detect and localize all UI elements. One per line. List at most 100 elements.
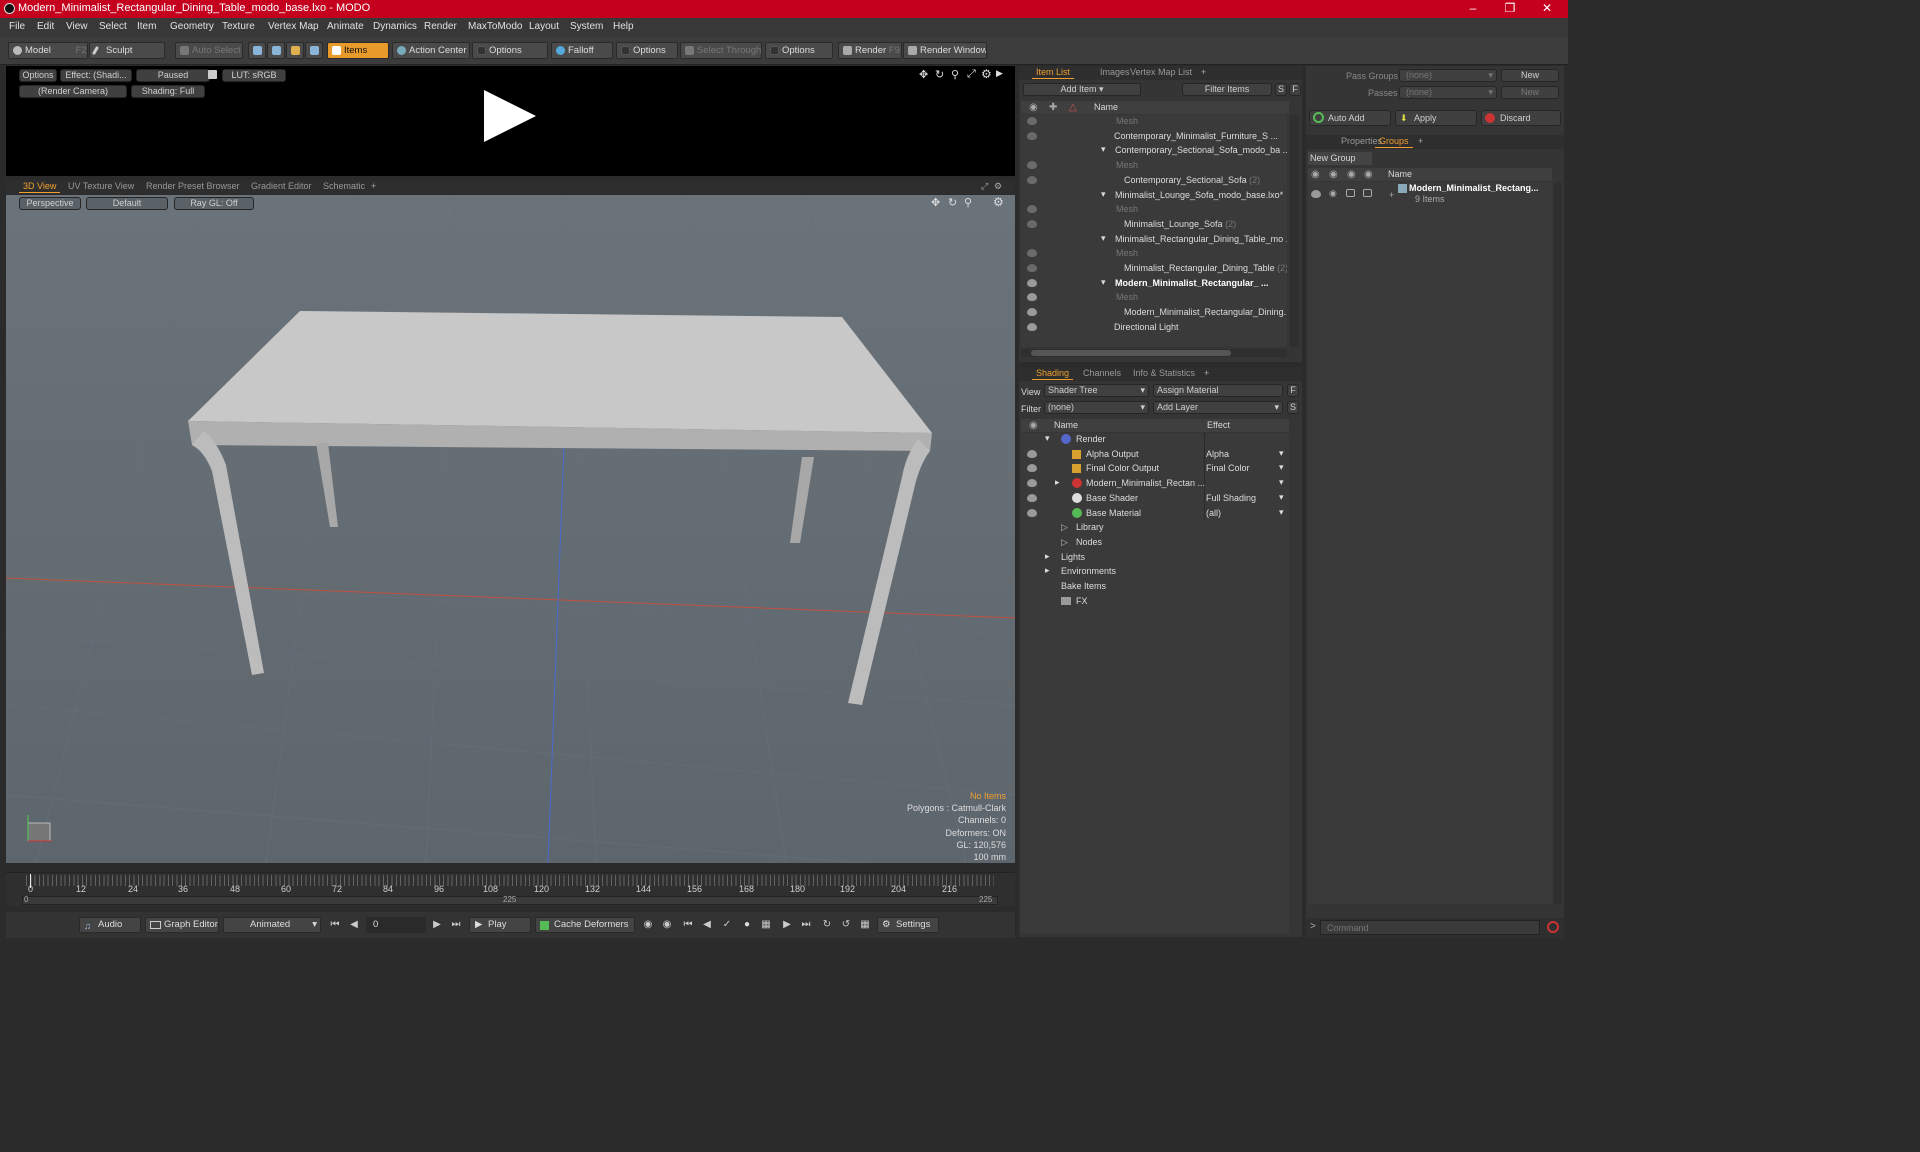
animated-dropdown[interactable]: Animated ▾ bbox=[223, 917, 321, 933]
eye-icon[interactable] bbox=[1027, 175, 1037, 184]
auto-key-icon[interactable]: ◉ bbox=[660, 918, 674, 932]
assign-material-button[interactable]: Assign Material bbox=[1153, 384, 1283, 397]
filter-s-button[interactable]: S bbox=[1275, 83, 1287, 96]
move-view-icon[interactable]: ✥ bbox=[919, 68, 928, 81]
next-key-icon[interactable]: ▶ bbox=[780, 918, 794, 932]
shader-row[interactable]: ▸ Modern_Minimalist_Rectan ... ▾ bbox=[1021, 477, 1289, 492]
3d-viewport[interactable]: Perspective Default Ray GL: Off ✥ ↻ ⚲ ⚙ … bbox=[6, 195, 1015, 863]
menu-vertex-map[interactable]: Vertex Map bbox=[268, 21, 319, 32]
new-pass-group-button[interactable]: New bbox=[1501, 69, 1559, 82]
eye-icon[interactable] bbox=[1027, 308, 1037, 317]
play-button[interactable]: ▶ Play bbox=[469, 917, 531, 933]
eye-icon[interactable] bbox=[1027, 464, 1037, 473]
item-list-scrollbar[interactable] bbox=[1290, 115, 1299, 347]
select-toggle-icon[interactable] bbox=[1363, 189, 1372, 197]
filter-f-button[interactable]: F bbox=[1289, 83, 1301, 96]
new-pass-button[interactable]: New bbox=[1501, 86, 1559, 99]
action-center-options-button[interactable]: Options bbox=[472, 42, 548, 59]
shader-row[interactable]: Final Color Output Final Color ▾ bbox=[1021, 462, 1289, 477]
new-group-button[interactable]: New Group bbox=[1308, 152, 1372, 165]
menu-animate[interactable]: Animate bbox=[327, 21, 364, 32]
tab-render-preset-browser[interactable]: Render Preset Browser bbox=[146, 181, 240, 191]
render-button[interactable]: Render F9 bbox=[838, 42, 902, 59]
prev-frame-icon[interactable]: ◀ bbox=[347, 918, 361, 932]
apply-button[interactable]: ⬇ Apply bbox=[1395, 110, 1477, 126]
record-icon[interactable]: ● bbox=[740, 918, 754, 932]
polygons-mode-button[interactable] bbox=[286, 42, 304, 59]
menu-view[interactable]: View bbox=[66, 21, 88, 32]
shading-s-button[interactable]: S bbox=[1287, 401, 1299, 414]
item-list-hscrollbar[interactable] bbox=[1021, 349, 1287, 357]
render-window-button[interactable]: Render Window bbox=[903, 42, 987, 59]
preview-settings-icon[interactable]: ⚙ bbox=[981, 67, 992, 81]
shader-row[interactable]: Base Material (all) ▾ bbox=[1021, 507, 1289, 522]
shader-row[interactable]: ▸ Environments bbox=[1021, 565, 1289, 580]
tab-item-list[interactable]: Item List bbox=[1031, 67, 1075, 79]
eye-icon[interactable] bbox=[1027, 219, 1037, 228]
shader-row[interactable]: Alpha Output Alpha ▾ bbox=[1021, 448, 1289, 463]
expand-panel-icon[interactable]: ⤢ bbox=[981, 181, 988, 192]
tab-images[interactable]: Images bbox=[1100, 67, 1130, 77]
view-dropdown[interactable]: Shader Tree ▾ bbox=[1044, 384, 1149, 397]
edges-mode-button[interactable] bbox=[267, 42, 285, 59]
settings-button[interactable]: ⚙ Settings bbox=[877, 917, 939, 933]
go-start-icon[interactable]: ⏮ bbox=[328, 918, 342, 932]
list-item[interactable]: Contemporary_Minimalist_Furniture_S ... bbox=[1021, 130, 1287, 145]
eye-icon[interactable] bbox=[1027, 249, 1037, 258]
command-input[interactable] bbox=[1320, 920, 1540, 935]
command-history-icon[interactable] bbox=[1547, 921, 1559, 933]
render-toggle-icon[interactable]: ◉ bbox=[1329, 188, 1337, 199]
passes-dropdown[interactable]: (none) ▾ bbox=[1399, 86, 1497, 99]
chevron-down-icon[interactable]: ▾ bbox=[1279, 507, 1284, 518]
list-item[interactable]: Minimalist_Lounge_Sofa (2) bbox=[1021, 218, 1287, 233]
tab-gradient-editor[interactable]: Gradient Editor bbox=[251, 181, 312, 191]
list-item[interactable]: Mesh bbox=[1021, 115, 1287, 130]
record-key-icon[interactable]: ◉ bbox=[641, 918, 655, 932]
pass-groups-dropdown[interactable]: (none) ▾ bbox=[1399, 69, 1497, 82]
tab-vertex-map-list[interactable]: Vertex Map List bbox=[1130, 67, 1192, 77]
add-item-dropdown[interactable]: Add Item ▾ bbox=[1023, 83, 1141, 96]
preview-options-button[interactable]: Options bbox=[19, 69, 57, 82]
groups-scrollbar[interactable] bbox=[1554, 182, 1562, 904]
next-key2-icon[interactable]: ⏭ bbox=[799, 918, 813, 932]
next-frame-icon[interactable]: ▶ bbox=[430, 918, 444, 932]
shader-row[interactable]: ▾ Render bbox=[1021, 433, 1289, 448]
add-tab-icon[interactable]: + bbox=[1418, 136, 1423, 146]
menu-render[interactable]: Render bbox=[424, 21, 457, 32]
key-filter-icon[interactable]: ▦ bbox=[759, 918, 773, 932]
cache-deformers-button[interactable]: Cache Deformers bbox=[535, 917, 635, 933]
list-item[interactable]: ▾ Modern_Minimalist_Rectangular_ ... bbox=[1021, 277, 1287, 292]
select-through-button[interactable]: Select Through bbox=[680, 42, 762, 59]
timeline-playhead[interactable] bbox=[30, 874, 31, 888]
list-item[interactable]: ▾ Contemporary_Sectional_Sofa_modo_ba ... bbox=[1021, 144, 1287, 159]
restore-icon[interactable]: ❐ bbox=[1500, 1, 1520, 15]
add-tab-icon[interactable]: + bbox=[371, 181, 376, 191]
preview-arrow-icon[interactable]: ▶ bbox=[996, 68, 1003, 79]
preview-lut-dropdown[interactable]: LUT: sRGB bbox=[222, 69, 286, 82]
tab-properties[interactable]: Properties bbox=[1341, 136, 1382, 146]
default-dropdown[interactable]: Default bbox=[86, 197, 168, 210]
tab-schematic[interactable]: Schematic bbox=[323, 181, 365, 191]
audio-button[interactable]: ♫ Audio bbox=[79, 917, 141, 933]
vertices-mode-button[interactable] bbox=[248, 42, 266, 59]
eye-icon[interactable] bbox=[1027, 322, 1037, 331]
menu-system[interactable]: System bbox=[570, 21, 603, 32]
maximize-view-icon[interactable]: ⤢ bbox=[967, 68, 976, 81]
key-icon[interactable]: ✓ bbox=[720, 918, 734, 932]
eye-icon[interactable] bbox=[1311, 190, 1321, 198]
menu-layout[interactable]: Layout bbox=[529, 21, 559, 32]
menu-dynamics[interactable]: Dynamics bbox=[373, 21, 417, 32]
chevron-down-icon[interactable]: ▾ bbox=[1279, 448, 1284, 459]
tab-info-statistics[interactable]: Info & Statistics bbox=[1133, 368, 1195, 378]
eye-icon[interactable] bbox=[1027, 117, 1037, 125]
menu-maxtomodo[interactable]: MaxToModo bbox=[468, 21, 522, 32]
tab-3d-view[interactable]: 3D View bbox=[18, 181, 61, 193]
close-icon[interactable]: ✕ bbox=[1537, 1, 1557, 15]
tab-shading[interactable]: Shading bbox=[1031, 368, 1074, 380]
preview-effect-dropdown[interactable]: Effect: (Shadi... bbox=[60, 69, 132, 82]
list-item[interactable]: ▾ Minimalist_Lounge_Sofa_modo_base.lxo* bbox=[1021, 189, 1287, 204]
frame-input[interactable]: 0 bbox=[366, 917, 426, 933]
list-item[interactable]: Mesh bbox=[1021, 247, 1287, 262]
eye-icon[interactable] bbox=[1027, 508, 1037, 517]
list-item[interactable]: ▾ Minimalist_Rectangular_Dining_Table_mo … bbox=[1021, 233, 1287, 248]
